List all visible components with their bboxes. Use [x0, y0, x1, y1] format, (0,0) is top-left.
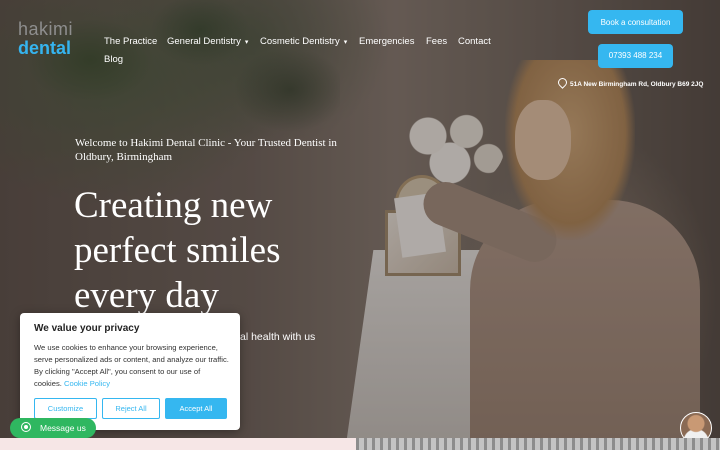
logo-wordmark-bottom: dental [18, 38, 72, 58]
nav-label: Emergencies [359, 36, 415, 47]
customize-button[interactable]: Customize [34, 398, 97, 419]
address-link[interactable]: 51A New Birmingham Rd, Oldbury B69 2JQ [556, 76, 704, 89]
cookie-policy-link[interactable]: Cookie Policy [64, 379, 110, 388]
desk-clock [395, 175, 449, 231]
hero-subtext: al health with us [240, 331, 316, 343]
nav-label: Blog [104, 54, 124, 65]
nav-label: Cosmetic Dentistry [260, 36, 340, 47]
reject-all-button[interactable]: Reject All [102, 398, 160, 419]
nav-the-practice[interactable]: The Practice [104, 36, 157, 47]
nav-contact[interactable]: Contact [458, 36, 491, 47]
cookie-description: We use cookies to enhance your browsing … [34, 342, 230, 390]
address-text: 51A New Birmingham Rd, Oldbury B69 2JQ [570, 81, 704, 88]
flower-arrangement [395, 100, 505, 190]
receptionist-arm [416, 175, 564, 269]
hero-tagline: Welcome to Hakimi Dental Clinic - Your T… [75, 137, 337, 163]
book-consultation-button[interactable]: Book a consultation [588, 10, 683, 34]
nav-cosmetic-dentistry[interactable]: Cosmetic Dentistry ▾ [260, 36, 347, 47]
site-logo[interactable]: hakimi dental [18, 20, 88, 58]
location-pin-icon [556, 76, 569, 89]
whatsapp-icon [21, 422, 31, 432]
whatsapp-chat-button[interactable]: Message us [10, 418, 96, 438]
nav-general-dentistry[interactable]: General Dentistry ▾ [167, 36, 248, 47]
nav-label: Fees [426, 36, 448, 47]
cookie-title: We value your privacy [34, 323, 140, 334]
nav-emergencies[interactable]: Emergencies [359, 36, 414, 47]
reception-desk [346, 250, 534, 438]
receptionist-face [515, 100, 571, 180]
nav-fees[interactable]: Fees [426, 36, 447, 47]
nav-label: Contact [458, 36, 491, 47]
cookie-consent-dialog: We value your privacy We use cookies to … [20, 313, 240, 430]
nav-label: General Dentistry [167, 36, 241, 47]
chevron-down-icon: ▾ [244, 39, 249, 46]
nav-blog[interactable]: Blog [104, 54, 123, 65]
picture-frame [385, 210, 461, 276]
logo-wordmark-top: hakimi [18, 19, 74, 39]
hero-headline: Creating new perfect smiles every day [74, 185, 281, 316]
chevron-down-icon: ▾ [343, 39, 348, 46]
receptionist-body [470, 200, 700, 438]
white-card [394, 192, 446, 258]
next-section-preview [0, 438, 356, 450]
phone-button[interactable]: 07393 488 234 [598, 44, 673, 68]
nav-label: The Practice [104, 36, 158, 47]
accept-all-button[interactable]: Accept All [165, 398, 227, 419]
next-section-image-preview [356, 438, 720, 450]
whatsapp-label: Message us [40, 423, 86, 433]
